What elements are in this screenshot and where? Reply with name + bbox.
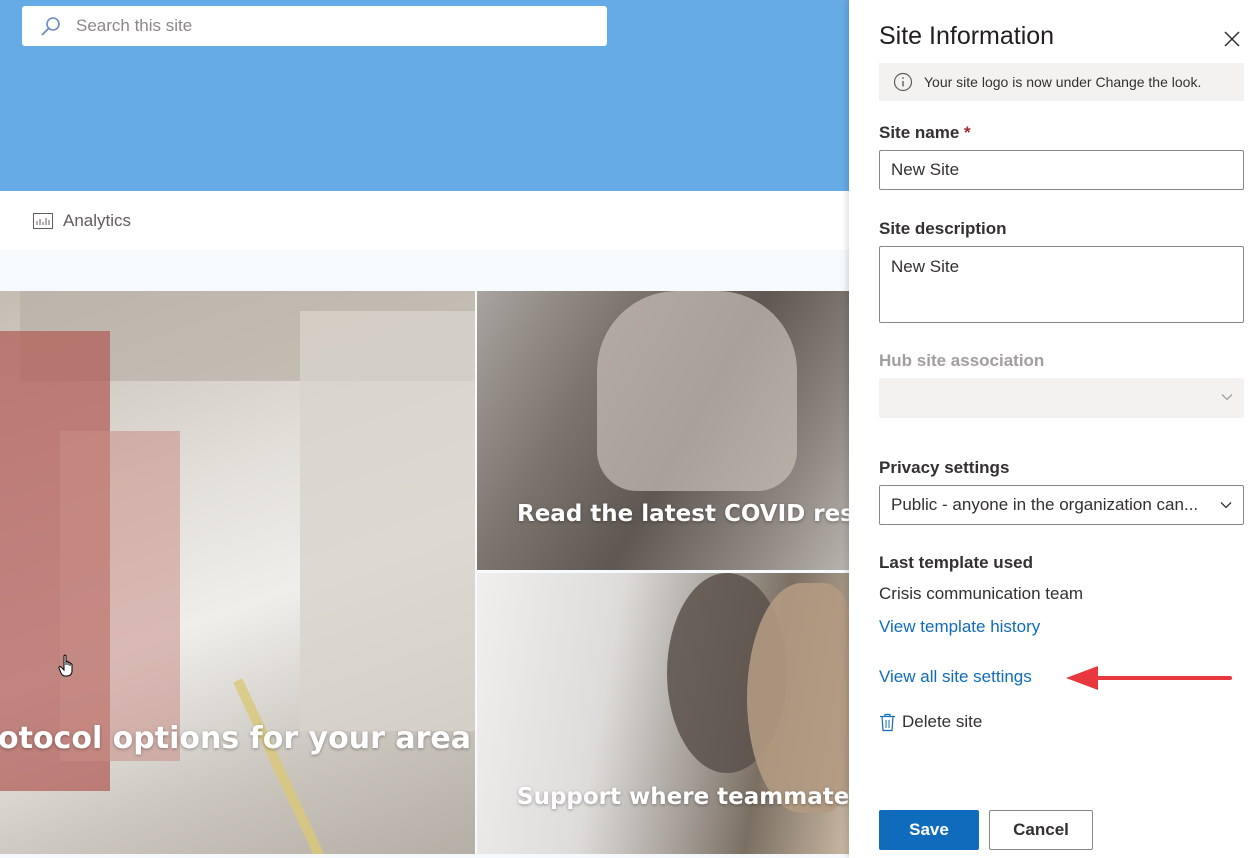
hand-cursor-icon [58, 654, 73, 677]
site-description-label: Site description [879, 219, 1007, 238]
nav-item-analytics[interactable]: Analytics [63, 211, 131, 231]
search-box[interactable]: Search this site [22, 6, 607, 46]
site-name-label-text: Site name [879, 123, 960, 142]
hero-tile-bottom[interactable]: Support where teammates ne [477, 573, 849, 854]
last-template-value: Crisis communication team [879, 584, 1084, 603]
delete-site-label: Delete site [902, 712, 983, 731]
search-placeholder: Search this site [76, 16, 193, 35]
site-header: Search this site [0, 0, 849, 191]
cancel-button[interactable]: Cancel [989, 810, 1093, 850]
view-template-history-link[interactable]: View template history [879, 617, 1040, 637]
tile-image-person [597, 291, 797, 491]
hero-tile-bottom-headline: Support where teammates ne [517, 784, 849, 810]
analytics-icon [33, 212, 53, 229]
site-name-input[interactable]: New Site [879, 150, 1244, 190]
close-icon[interactable] [1221, 28, 1243, 50]
view-all-site-settings-link[interactable]: View all site settings [879, 667, 1032, 687]
privacy-settings-label: Privacy settings [879, 458, 1010, 477]
hero-tile-top-headline: Read the latest COVID respon [517, 501, 849, 527]
required-marker: * [964, 123, 971, 142]
last-template-label: Last template used [879, 553, 1033, 572]
hero-tile-main-headline: otocol options for your area [0, 721, 471, 756]
info-message-text: Your site logo is now under Change the l… [924, 74, 1202, 90]
hero-tile-main[interactable]: otocol options for your area [0, 291, 475, 854]
hub-site-association-label: Hub site association [879, 351, 1045, 370]
site-information-panel: Site Information Your site logo is now u… [849, 0, 1259, 858]
chevron-down-icon [1220, 502, 1232, 509]
delete-site-button[interactable]: Delete site [879, 712, 982, 732]
hub-site-association-dropdown[interactable] [879, 378, 1244, 418]
search-icon [41, 17, 60, 36]
chevron-down-icon [1221, 394, 1233, 401]
privacy-dropdown-value: Public - anyone in the organization can.… [891, 495, 1199, 514]
tile-image-face [747, 583, 849, 813]
hero-tile-top[interactable]: Read the latest COVID respon [477, 291, 849, 570]
save-button[interactable]: Save [879, 810, 979, 850]
trash-icon [880, 713, 895, 731]
site-description-input[interactable]: New Site [879, 246, 1244, 323]
info-icon [893, 72, 913, 92]
site-name-label: Site name * [879, 123, 971, 143]
panel-title: Site Information [879, 22, 1055, 50]
tile-image-wall [300, 311, 475, 731]
site-background: Search this site Analytics otocol option… [0, 0, 849, 858]
site-nav: Analytics [0, 191, 849, 250]
annotation-arrow-icon [1066, 666, 1232, 690]
info-message-bar: Your site logo is now under Change the l… [879, 63, 1244, 101]
tile-image-truck-side [60, 431, 180, 761]
privacy-settings-dropdown[interactable]: Public - anyone in the organization can.… [879, 485, 1244, 525]
